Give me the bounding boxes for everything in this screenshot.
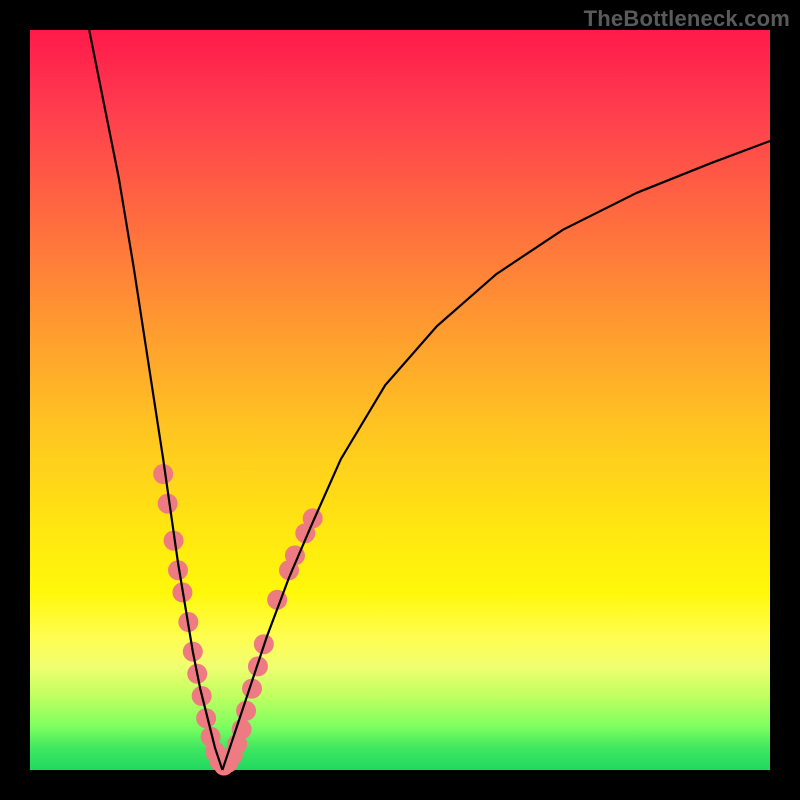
data-marker (153, 464, 173, 484)
markers-group (153, 464, 322, 776)
chart-svg (30, 30, 770, 770)
data-marker (303, 508, 323, 528)
plot-area (30, 30, 770, 770)
curve-right-branch (222, 141, 770, 770)
chart-frame: TheBottleneck.com (0, 0, 800, 800)
curve-left-branch (89, 30, 222, 770)
watermark-text: TheBottleneck.com (584, 6, 790, 32)
